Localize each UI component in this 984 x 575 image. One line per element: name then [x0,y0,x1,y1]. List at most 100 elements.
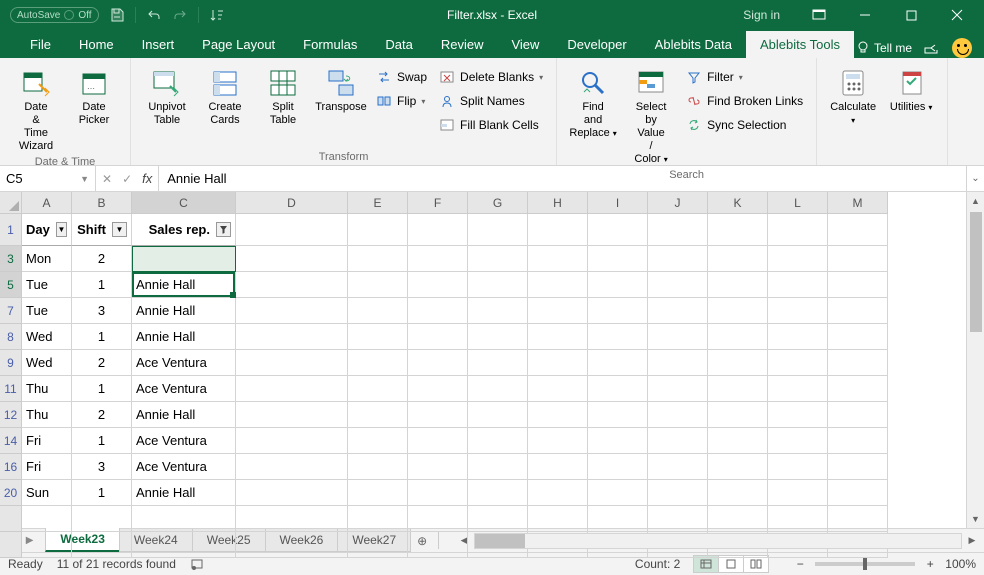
column-header-B[interactable]: B [72,192,132,214]
ribbon-tab-page-layout[interactable]: Page Layout [188,31,289,58]
utilities-button[interactable]: Utilities ▾ [883,62,939,161]
filter-button[interactable]: Filter ▾ [681,66,808,88]
undo-icon[interactable] [146,7,162,23]
sync-selection-button[interactable]: Sync Selection [681,114,808,136]
zoom-slider[interactable] [815,562,915,566]
column-header-I[interactable]: I [588,192,648,214]
fx-icon[interactable]: fx [142,171,152,186]
ribbon-tab-review[interactable]: Review [427,31,498,58]
row-header-1[interactable]: 1 [0,214,22,246]
ribbon-tab-ablebits-tools[interactable]: Ablebits Tools [746,31,854,58]
cell[interactable]: Tue [22,298,72,324]
filter-dropdown-icon[interactable]: ▼ [112,222,127,237]
cell[interactable]: Fri [22,454,72,480]
cell[interactable]: Tue [22,272,72,298]
signin-link[interactable]: Sign in [727,8,796,22]
column-header-K[interactable]: K [708,192,768,214]
find-replace-button[interactable]: FindandReplace ▾ [565,62,621,167]
cell[interactable]: 1 [72,324,132,350]
swap-button[interactable]: Swap [371,66,432,88]
cell[interactable]: 2 [72,350,132,376]
select-all-corner[interactable] [0,192,22,214]
filter-dropdown-icon[interactable]: ▼ [56,222,67,237]
cell[interactable]: Wed [22,350,72,376]
row-header-16[interactable]: 16 [0,454,22,480]
transpose-button[interactable]: Transpose [313,62,369,149]
unpivot-table-button[interactable]: UnpivotTable [139,62,195,149]
redo-icon[interactable] [172,7,188,23]
formula-input[interactable]: Annie Hall [159,166,966,191]
cell[interactable]: Ace Ventura [132,454,236,480]
fill-blank-cells-button[interactable]: Fill Blank Cells [434,114,548,136]
cell[interactable]: Ace Ventura [132,376,236,402]
macro-record-icon[interactable] [190,557,204,571]
column-header-E[interactable]: E [348,192,408,214]
ribbon-tab-formulas[interactable]: Formulas [289,31,371,58]
scroll-up-icon[interactable]: ▲ [967,192,984,210]
column-header-F[interactable]: F [408,192,468,214]
cell[interactable]: 3 [72,298,132,324]
cell[interactable]: 2 [72,246,132,272]
scroll-thumb[interactable] [970,212,982,332]
date-time-wizard-button[interactable]: Date&TimeWizard [8,62,64,154]
row-header-3[interactable]: 3 [0,246,22,272]
expand-formula-bar[interactable]: ⌄ [966,166,984,191]
cell[interactable]: Thu [22,402,72,428]
cell[interactable]: Wed [22,324,72,350]
ribbon-tab-view[interactable]: View [497,31,553,58]
table-header[interactable]: Shift▼ [72,214,132,246]
cell[interactable]: Fri [22,428,72,454]
maximize-button[interactable] [888,0,934,30]
ribbon-tab-home[interactable]: Home [65,31,128,58]
cell[interactable]: Annie Hall [132,480,236,506]
row-header-9[interactable]: 9 [0,350,22,376]
cell[interactable]: 3 [72,454,132,480]
column-header-G[interactable]: G [468,192,528,214]
cancel-formula-icon[interactable]: ✕ [102,172,112,186]
column-header-H[interactable]: H [528,192,588,214]
ribbon-tab-insert[interactable]: Insert [128,31,189,58]
sort-icon[interactable] [209,7,225,23]
cell[interactable]: 1 [72,376,132,402]
zoom-in-button[interactable]: + [923,557,937,571]
row-header-20[interactable]: 20 [0,480,22,506]
column-header-A[interactable]: A [22,192,72,214]
cell[interactable]: 1 [72,428,132,454]
cell[interactable]: Ace Ventura [132,350,236,376]
row-header-5[interactable]: 5 [0,272,22,298]
ribbon-tab-developer[interactable]: Developer [553,31,640,58]
calculate-button[interactable]: Calculate ▾ [825,62,881,161]
date-picker-button[interactable]: ⋯DatePicker [66,62,122,154]
column-header-J[interactable]: J [648,192,708,214]
select-value-color-button[interactable]: SelectbyValue/Color ▾ [623,62,679,167]
autosave-toggle[interactable]: AutoSave Off [10,7,99,23]
cell[interactable]: Ace Ventura [132,428,236,454]
feedback-smiley-icon[interactable] [952,38,972,58]
ribbon-tab-file[interactable]: File [16,31,65,58]
cell[interactable]: Thu [22,376,72,402]
cell[interactable]: 1 [72,272,132,298]
flip-button[interactable]: Flip ▾ [371,90,432,112]
enter-formula-icon[interactable]: ✓ [122,172,132,186]
cell[interactable]: Annie Hall [132,298,236,324]
tell-me[interactable]: Tell me [856,41,912,55]
column-header-D[interactable]: D [236,192,348,214]
name-box[interactable]: C5▼ [0,166,96,191]
cell[interactable]: 2 [72,402,132,428]
row-header-12[interactable]: 12 [0,402,22,428]
cell[interactable]: Mon [22,246,72,272]
row-header-11[interactable]: 11 [0,376,22,402]
column-header-M[interactable]: M [828,192,888,214]
table-header[interactable]: Sales rep. [132,214,236,246]
close-button[interactable] [934,0,980,30]
row-header-7[interactable]: 7 [0,298,22,324]
ribbon-tab-ablebits-data[interactable]: Ablebits Data [641,31,746,58]
row-header-14[interactable]: 14 [0,428,22,454]
find-broken-links-button[interactable]: Find Broken Links [681,90,808,112]
filter-dropdown-icon[interactable] [216,222,231,237]
scroll-down-icon[interactable]: ▼ [967,510,984,528]
save-icon[interactable] [109,7,125,23]
cell[interactable]: Annie Hall [132,402,236,428]
cell[interactable]: 1 [72,480,132,506]
table-header[interactable]: Day▼ [22,214,72,246]
